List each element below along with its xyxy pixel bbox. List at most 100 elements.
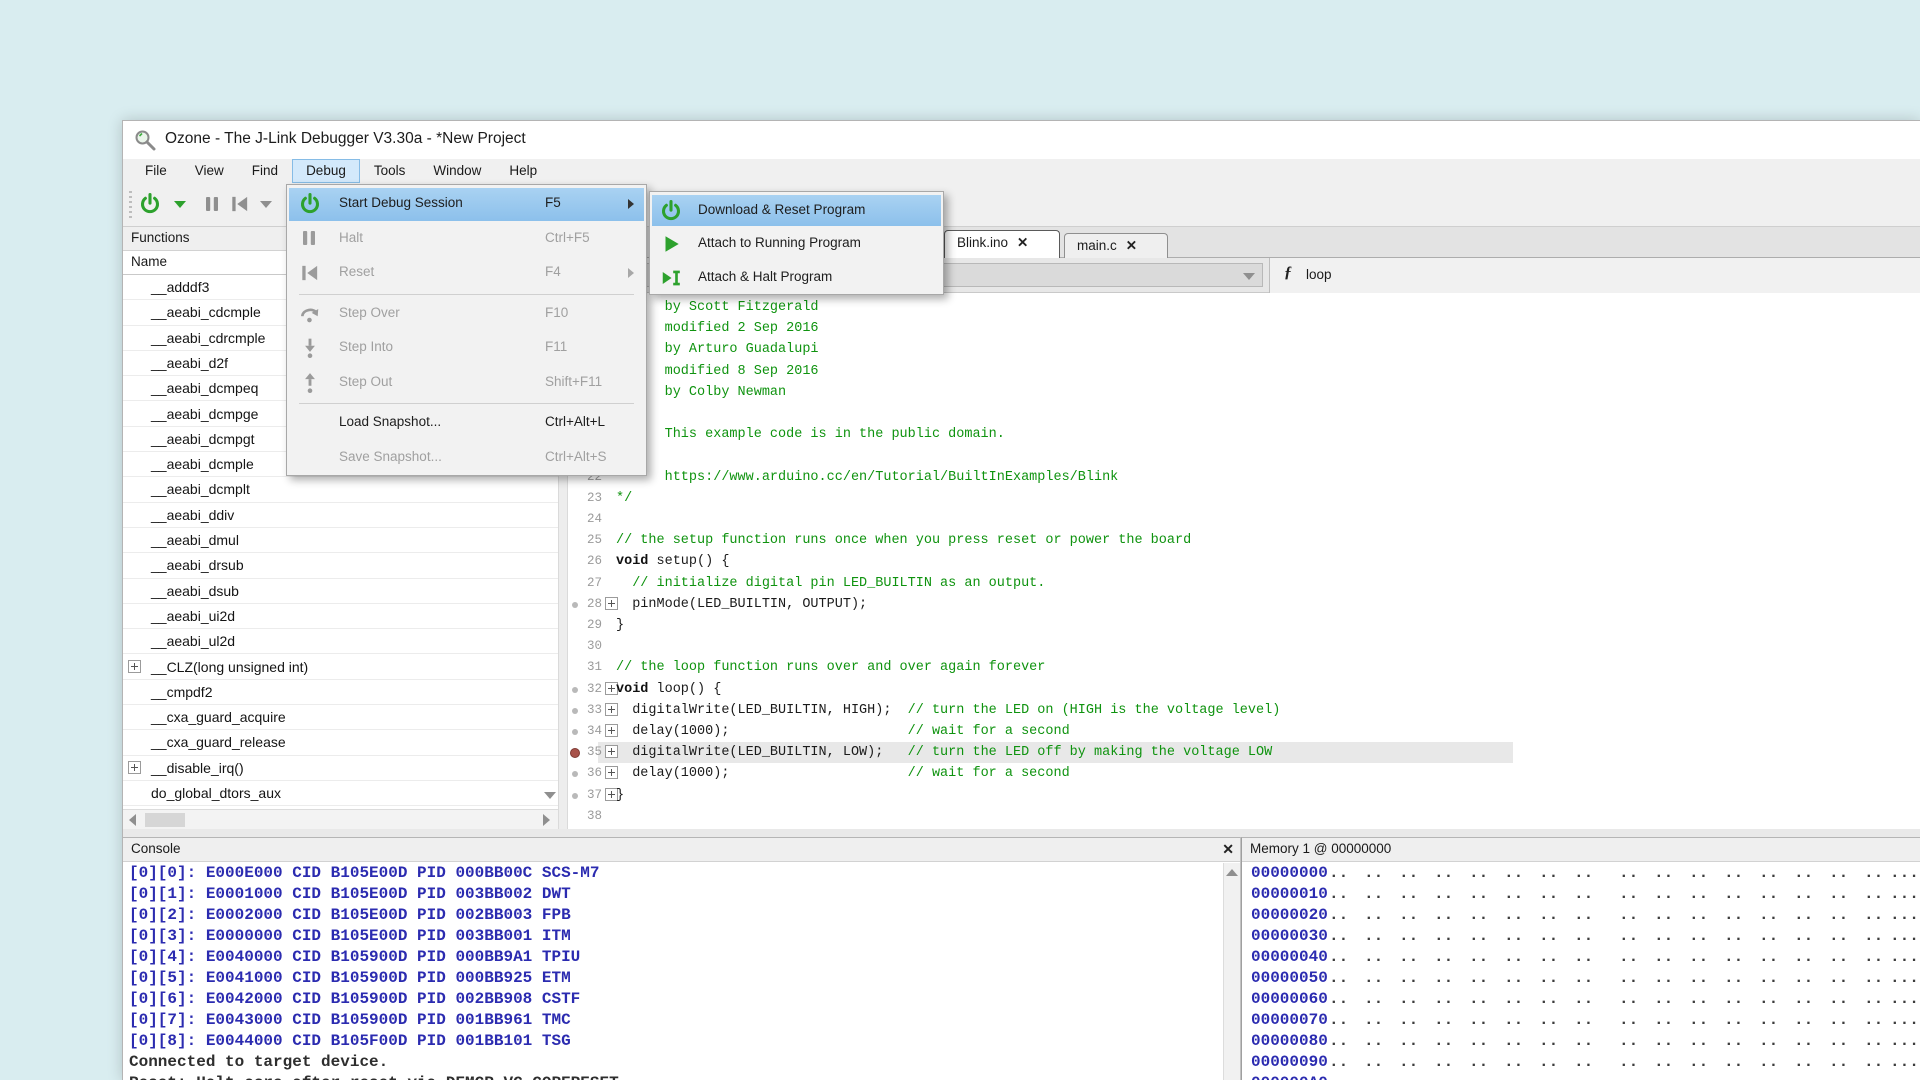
memory-byte[interactable]: .. <box>1689 1011 1708 1029</box>
memory-byte[interactable]: .. <box>1364 1074 1383 1080</box>
memory-byte[interactable]: .. <box>1504 864 1523 882</box>
function-row[interactable]: __cxa_guard_acquire <box>123 705 558 730</box>
function-row[interactable]: __cxa_guard_release <box>123 730 558 755</box>
memory-byte[interactable]: .. <box>1574 927 1593 945</box>
memory-byte[interactable]: .. <box>1469 1032 1488 1050</box>
memory-byte[interactable]: .. <box>1724 1053 1743 1071</box>
memory-byte[interactable]: .. <box>1864 885 1883 903</box>
memory-byte[interactable]: .. <box>1724 885 1743 903</box>
memory-byte[interactable]: .. <box>1329 1011 1348 1029</box>
memory-byte[interactable]: .. <box>1329 906 1348 924</box>
breakpoint-slot-icon[interactable] <box>572 687 578 693</box>
memory-byte[interactable]: .. <box>1829 1074 1848 1080</box>
memory-byte[interactable]: .. <box>1654 906 1673 924</box>
halt-button[interactable] <box>199 191 225 217</box>
breakpoint-slot-icon[interactable] <box>572 793 578 799</box>
memory-byte[interactable]: .. <box>1654 1053 1673 1071</box>
menu-item-file[interactable]: File <box>131 159 181 183</box>
memory-byte[interactable]: .. <box>1829 906 1848 924</box>
memory-byte[interactable]: .. <box>1329 1032 1348 1050</box>
memory-byte[interactable]: .. <box>1619 948 1638 966</box>
memory-byte[interactable]: .. <box>1864 990 1883 1008</box>
memory-byte[interactable]: .. <box>1434 1032 1453 1050</box>
code-line[interactable]: 23*/ <box>568 488 1920 509</box>
memory-byte[interactable]: .. <box>1689 969 1708 987</box>
memory-byte[interactable]: .. <box>1864 927 1883 945</box>
memory-byte[interactable]: .. <box>1619 969 1638 987</box>
breakpoint-icon[interactable] <box>570 748 580 758</box>
code-line[interactable]: 38 <box>568 806 1920 827</box>
memory-byte[interactable]: .. <box>1829 1011 1848 1029</box>
horizontal-splitter[interactable] <box>123 829 1920 837</box>
memory-byte[interactable]: .. <box>1794 906 1813 924</box>
code-line[interactable]: 29} <box>568 615 1920 636</box>
console-output[interactable]: [0][0]: E000E000 CID B105E00D PID 000BB0… <box>123 863 1223 1080</box>
memory-byte[interactable]: .. <box>1654 948 1673 966</box>
memory-byte[interactable]: .. <box>1654 1011 1673 1029</box>
line-number[interactable]: 31 <box>580 660 602 674</box>
line-number[interactable]: 38 <box>580 809 602 823</box>
memory-byte[interactable]: .. <box>1864 1032 1883 1050</box>
code-line[interactable]: 26void setup() { <box>568 551 1920 572</box>
memory-byte[interactable]: .. <box>1689 1074 1708 1080</box>
memory-byte[interactable]: .. <box>1619 864 1638 882</box>
line-number[interactable]: 33 <box>580 703 602 717</box>
memory-byte[interactable]: .. <box>1504 1074 1523 1080</box>
memory-byte[interactable]: .. <box>1399 948 1418 966</box>
memory-byte[interactable]: .. <box>1364 864 1383 882</box>
breakpoint-slot-icon[interactable] <box>572 771 578 777</box>
close-icon[interactable]: ✕ <box>1222 841 1234 858</box>
tab-blink-ino[interactable]: Blink.ino✕ <box>944 230 1060 258</box>
memory-byte[interactable]: .. <box>1364 1032 1383 1050</box>
memory-byte[interactable]: .. <box>1364 948 1383 966</box>
memory-byte[interactable]: .. <box>1329 1053 1348 1071</box>
memory-byte[interactable]: .. <box>1829 864 1848 882</box>
close-icon[interactable]: ✕ <box>1017 235 1028 250</box>
close-icon[interactable]: ✕ <box>1126 238 1137 253</box>
memory-byte[interactable]: .. <box>1794 990 1813 1008</box>
memory-byte[interactable]: .. <box>1504 927 1523 945</box>
memory-byte[interactable]: .. <box>1399 927 1418 945</box>
memory-byte[interactable]: .. <box>1504 1032 1523 1050</box>
memory-byte[interactable]: .. <box>1469 1011 1488 1029</box>
memory-byte[interactable]: .. <box>1364 927 1383 945</box>
line-number[interactable]: 37 <box>580 788 602 802</box>
breakpoint-slot-icon[interactable] <box>572 729 578 735</box>
memory-byte[interactable]: .. <box>1434 1011 1453 1029</box>
line-number[interactable]: 36 <box>580 766 602 780</box>
memory-byte[interactable]: .. <box>1724 864 1743 882</box>
scroll-right-icon[interactable] <box>543 814 550 826</box>
memory-byte[interactable]: .. <box>1829 1053 1848 1071</box>
memory-byte[interactable]: .. <box>1654 864 1673 882</box>
line-number[interactable]: 25 <box>580 533 602 547</box>
memory-byte[interactable]: .. <box>1434 864 1453 882</box>
memory-byte[interactable]: .. <box>1619 885 1638 903</box>
memory-byte[interactable]: .. <box>1574 885 1593 903</box>
memory-byte[interactable]: .. <box>1539 1032 1558 1050</box>
memory-byte[interactable]: .. <box>1469 906 1488 924</box>
memory-byte[interactable]: .. <box>1864 1011 1883 1029</box>
submenu-item-attach-halt-program[interactable]: Attach & Halt Program <box>650 261 943 294</box>
memory-byte[interactable]: .. <box>1434 927 1453 945</box>
memory-byte[interactable]: .. <box>1574 990 1593 1008</box>
memory-byte[interactable]: .. <box>1539 864 1558 882</box>
memory-byte[interactable]: .. <box>1689 906 1708 924</box>
memory-byte[interactable]: .. <box>1364 1053 1383 1071</box>
memory-byte[interactable]: .. <box>1329 969 1348 987</box>
memory-byte[interactable]: .. <box>1329 927 1348 945</box>
functions-vscroll-down[interactable] <box>542 787 558 805</box>
breakpoint-slot-icon[interactable] <box>572 708 578 714</box>
memory-byte[interactable]: .. <box>1539 1011 1558 1029</box>
line-number[interactable]: 30 <box>580 639 602 653</box>
memory-byte[interactable]: .. <box>1504 906 1523 924</box>
memory-byte[interactable]: .. <box>1759 927 1778 945</box>
memory-byte[interactable]: .. <box>1469 1053 1488 1071</box>
memory-byte[interactable]: .. <box>1469 864 1488 882</box>
memory-byte[interactable]: .. <box>1794 969 1813 987</box>
memory-byte[interactable]: .. <box>1364 1011 1383 1029</box>
memory-byte[interactable]: .. <box>1539 1074 1558 1080</box>
memory-byte[interactable]: .. <box>1689 1032 1708 1050</box>
menu-item-step-into[interactable]: Step IntoF11 <box>287 331 646 366</box>
memory-byte[interactable]: .. <box>1829 885 1848 903</box>
code-line[interactable]: 37} <box>568 785 1920 806</box>
